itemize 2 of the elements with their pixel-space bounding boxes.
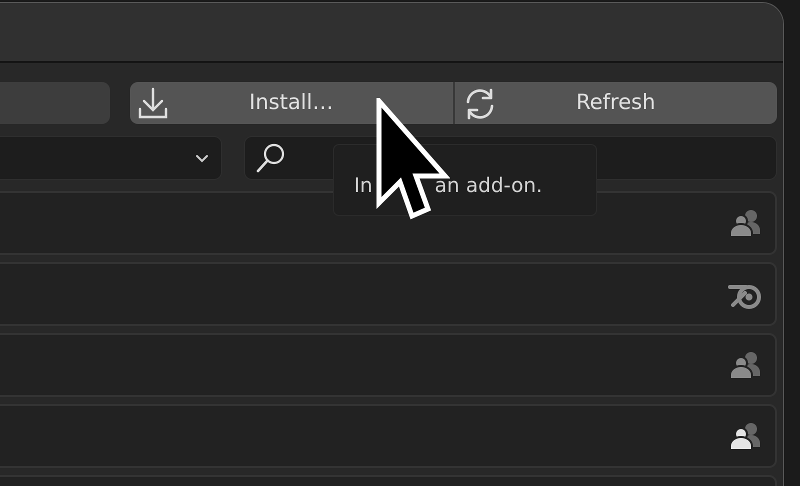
tooltip-text: In	[354, 172, 373, 199]
tooltip-text: an add-on.	[434, 172, 542, 199]
